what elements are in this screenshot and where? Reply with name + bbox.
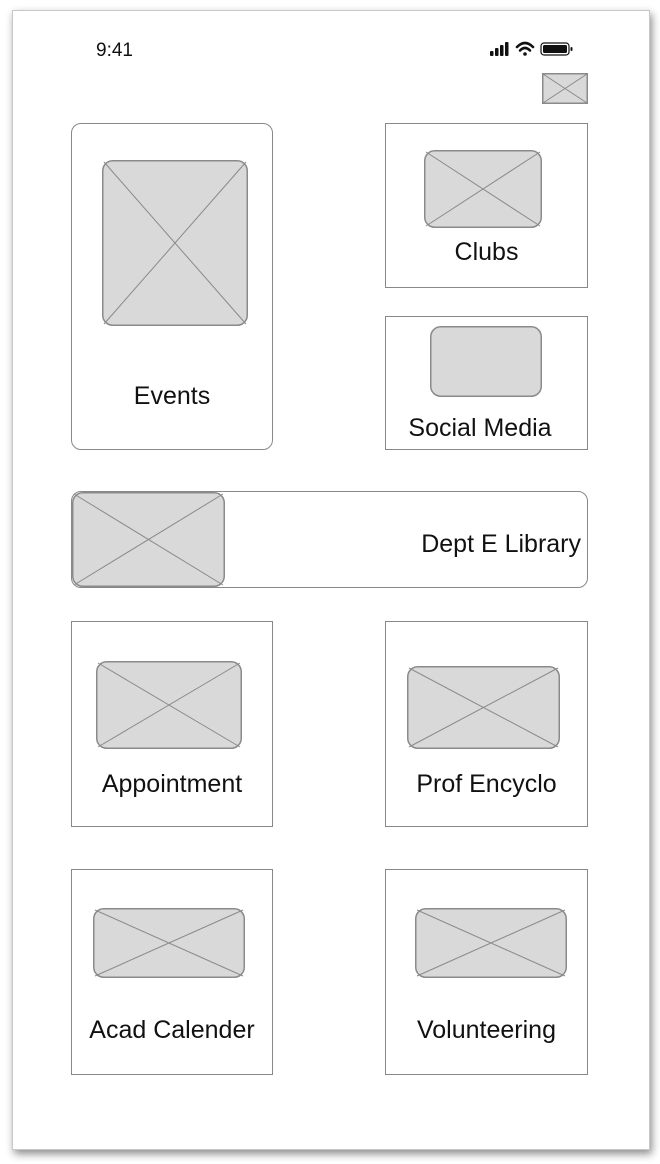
acad-calender-image-placeholder — [93, 908, 245, 978]
image-placeholder-icon — [93, 908, 245, 978]
appointment-label: Appointment — [101, 770, 243, 798]
image-placeholder-icon — [430, 326, 542, 397]
social-media-tile[interactable]: Social Media — [385, 316, 588, 450]
status-time: 9:41 — [96, 40, 133, 61]
social-media-label: Social Media — [408, 414, 552, 442]
image-placeholder-icon — [72, 492, 225, 587]
acad-calender-label: Acad Calender — [89, 1016, 255, 1044]
clubs-image-placeholder — [424, 150, 542, 228]
dept-library-image-placeholder — [72, 492, 225, 587]
image-placeholder-icon — [424, 150, 542, 228]
image-placeholder-icon — [96, 661, 242, 749]
signal-bars-icon — [490, 42, 509, 56]
volunteering-tile[interactable]: Volunteering — [385, 869, 588, 1075]
events-label: Events — [133, 382, 211, 410]
volunteering-label: Volunteering — [416, 1016, 556, 1044]
events-image-placeholder — [102, 160, 248, 326]
appointment-image-placeholder — [96, 661, 242, 749]
dept-library-label: Dept E Library — [421, 530, 581, 558]
appointment-tile[interactable]: Appointment — [71, 621, 273, 827]
image-placeholder-icon — [415, 908, 567, 978]
image-placeholder-icon — [542, 73, 588, 104]
battery-icon — [540, 42, 573, 56]
clubs-label: Clubs — [454, 238, 519, 266]
prof-encyclo-image-placeholder — [407, 666, 560, 749]
image-placeholder-icon — [102, 160, 248, 326]
prof-encyclo-label: Prof Encyclo — [416, 770, 557, 798]
status-icons — [490, 40, 590, 60]
wifi-icon — [515, 41, 535, 56]
acad-calender-tile[interactable]: Acad Calender — [71, 869, 273, 1075]
volunteering-image-placeholder — [415, 908, 567, 978]
header-image-placeholder — [542, 73, 588, 104]
dept-library-tile[interactable]: Dept E Library — [71, 491, 588, 588]
clubs-tile[interactable]: Clubs — [385, 123, 588, 288]
social-media-image-placeholder — [430, 326, 542, 397]
image-placeholder-icon — [407, 666, 560, 749]
prof-encyclo-tile[interactable]: Prof Encyclo — [385, 621, 588, 827]
events-tile[interactable]: Events — [71, 123, 273, 450]
